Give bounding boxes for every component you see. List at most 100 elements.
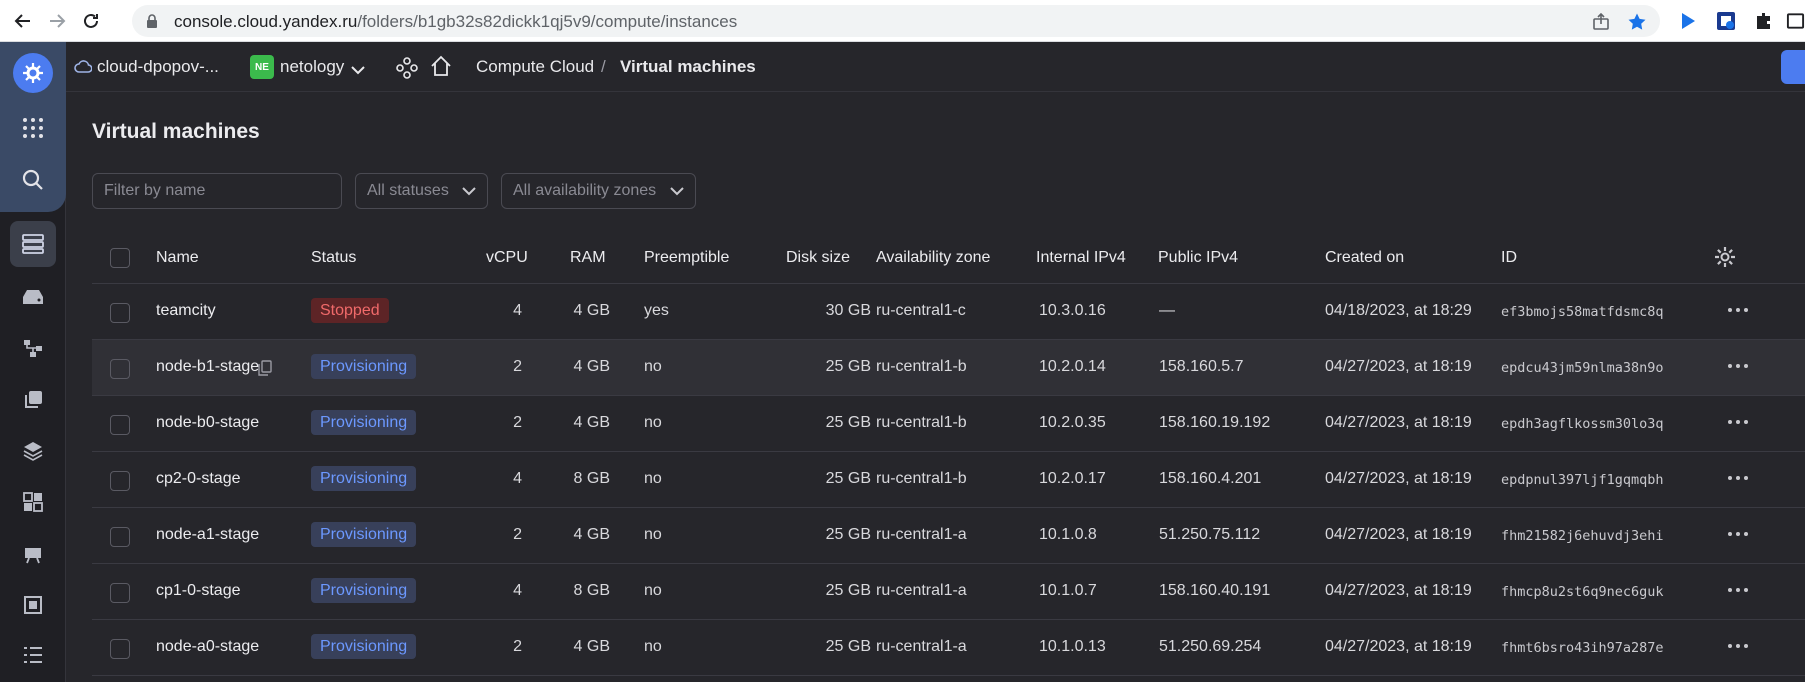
vm-id[interactable]: epdcu43jm59nlma38n9o (1501, 360, 1664, 376)
vm-name[interactable]: cp2-0-stage (156, 470, 241, 488)
col-ram[interactable]: RAM (570, 249, 606, 267)
vm-preemptible: no (644, 470, 662, 487)
row-actions-menu-icon[interactable] (1728, 588, 1748, 592)
reload-icon[interactable] (78, 8, 104, 34)
share-icon[interactable] (1590, 11, 1612, 33)
row-checkbox[interactable] (110, 583, 130, 603)
col-created-on[interactable]: Created on (1325, 249, 1404, 267)
vm-id[interactable]: epdh3agflkossm30lo3q (1501, 416, 1664, 432)
page-title: Virtual machines (92, 120, 260, 143)
vm-id[interactable]: fhmt6bsro43ih97a287e (1501, 640, 1664, 656)
vm-internal-ip: 10.3.0.16 (1039, 302, 1106, 319)
status-filter-select[interactable]: All statuses (355, 173, 488, 209)
select-all-checkbox[interactable] (110, 248, 130, 268)
operations-nav-icon[interactable] (10, 632, 56, 678)
address-bar[interactable]: console.cloud.yandex.ru/folders/b1gb32s8… (132, 5, 1660, 37)
vm-disk-size: 25 GB (825, 358, 871, 375)
col-id[interactable]: ID (1501, 249, 1517, 267)
gpu-clusters-nav-icon[interactable] (10, 531, 56, 577)
dedicated-hosts-nav-icon[interactable] (10, 582, 56, 628)
col-vcpu[interactable]: vCPU (486, 249, 528, 267)
table-row[interactable]: node-b0-stage Provisioning 2 4 GB no 25 … (92, 396, 1805, 452)
vm-id[interactable]: epdpnul397ljf1gqmqbh (1501, 472, 1664, 488)
vm-id[interactable]: fhmcp8u2st6q9nec6guk (1501, 584, 1664, 600)
table-row[interactable]: node-a0-stage Provisioning 2 4 GB no 25 … (92, 620, 1805, 676)
vm-created-on: 04/27/2023, at 18:19 (1325, 582, 1472, 599)
vm-name[interactable]: teamcity (156, 302, 216, 320)
bookmark-star-icon[interactable] (1626, 11, 1648, 33)
col-internal-ipv4[interactable]: Internal IPv4 (1036, 249, 1126, 267)
create-vm-button[interactable] (1781, 50, 1805, 84)
col-name[interactable]: Name (156, 249, 199, 267)
row-actions-menu-icon[interactable] (1728, 308, 1748, 312)
breadcrumb-current-page: Virtual machines (620, 57, 756, 76)
yandex-cloud-logo-button[interactable] (10, 50, 56, 96)
table-row[interactable]: node-a1-stage Provisioning 2 4 GB no 25 … (92, 508, 1805, 564)
vm-disk-size: 25 GB (825, 526, 871, 543)
vm-preemptible: no (644, 358, 662, 375)
vm-name[interactable]: node-b0-stage (156, 414, 259, 432)
vm-public-ip: 158.160.4.201 (1159, 470, 1262, 487)
vm-ram: 4 GB (573, 638, 610, 655)
vm-zone: ru-central1-a (876, 582, 967, 599)
table-settings-gear-icon[interactable] (1714, 246, 1736, 273)
vm-vcpu: 2 (513, 526, 522, 543)
col-public-ipv4[interactable]: Public IPv4 (1158, 249, 1238, 267)
snapshots-nav-icon[interactable] (10, 377, 56, 423)
sidepanel-icon[interactable] (1786, 9, 1805, 33)
row-checkbox[interactable] (110, 639, 130, 659)
vm-name[interactable]: node-a0-stage (156, 638, 259, 656)
vm-name[interactable]: node-a1-stage (156, 526, 259, 544)
col-availability-zone[interactable]: Availability zone (876, 249, 990, 267)
row-actions-menu-icon[interactable] (1728, 532, 1748, 536)
vm-public-ip: 51.250.69.254 (1159, 638, 1262, 655)
vm-preemptible: yes (644, 302, 669, 319)
vm-disk-size: 25 GB (825, 638, 871, 655)
vm-id[interactable]: fhm21582j6ehuvdj3ehi (1501, 528, 1664, 544)
search-icon[interactable] (10, 157, 56, 203)
breadcrumb-compute-cloud[interactable]: Compute Cloud (476, 57, 594, 77)
home-icon[interactable] (430, 55, 452, 82)
row-actions-menu-icon[interactable] (1728, 476, 1748, 480)
disks-nav-icon[interactable] (10, 274, 56, 320)
col-status[interactable]: Status (311, 249, 356, 267)
cloud-name[interactable]: cloud-dpopov-... (97, 57, 219, 77)
row-checkbox[interactable] (110, 415, 130, 435)
all-services-icon[interactable] (10, 105, 56, 151)
table-row[interactable]: cp2-0-stage Provisioning 4 8 GB no 25 GB… (92, 452, 1805, 508)
row-checkbox[interactable] (110, 471, 130, 491)
images-nav-icon[interactable] (10, 428, 56, 474)
row-checkbox[interactable] (110, 303, 130, 323)
service-map-icon[interactable] (396, 57, 418, 84)
extension-play-icon[interactable] (1676, 9, 1700, 33)
back-icon[interactable] (10, 8, 36, 34)
extension-shield-icon[interactable] (1714, 9, 1738, 33)
row-checkbox[interactable] (110, 527, 130, 547)
instance-groups-nav-icon[interactable] (10, 325, 56, 371)
vm-name[interactable]: node-b1-stage (156, 358, 259, 376)
vm-public-ip: — (1159, 302, 1175, 319)
virtual-machines-nav-icon[interactable] (10, 221, 56, 267)
row-actions-menu-icon[interactable] (1728, 644, 1748, 648)
row-checkbox[interactable] (110, 359, 130, 379)
folder-chevron-down-icon[interactable] (351, 62, 365, 80)
zone-filter-select[interactable]: All availability zones (501, 173, 696, 209)
vm-id[interactable]: ef3bmojs58matfdsmc8q (1501, 304, 1664, 320)
forward-icon[interactable] (44, 8, 70, 34)
vm-preemptible: no (644, 638, 662, 655)
table-row[interactable]: teamcity Stopped 4 4 GB yes 30 GB ru-cen… (92, 284, 1805, 340)
row-actions-menu-icon[interactable] (1728, 364, 1748, 368)
main-content: Virtual machines All statuses All availa… (66, 92, 1805, 682)
filter-by-name-input[interactable] (92, 173, 342, 209)
table-row[interactable]: cp1-0-stage Provisioning 4 8 GB no 25 GB… (92, 564, 1805, 620)
copy-icon[interactable] (258, 360, 272, 381)
vm-preemptible: no (644, 414, 662, 431)
col-preemptible[interactable]: Preemptible (644, 249, 729, 267)
vm-name[interactable]: cp1-0-stage (156, 582, 241, 600)
extensions-puzzle-icon[interactable] (1752, 9, 1776, 33)
row-actions-menu-icon[interactable] (1728, 420, 1748, 424)
folder-name[interactable]: netology (280, 57, 344, 77)
placement-groups-nav-icon[interactable] (10, 479, 56, 525)
col-disk-size[interactable]: Disk size (786, 249, 850, 267)
table-row[interactable]: node-b1-stage Provisioning 2 4 GB no 25 … (92, 340, 1805, 396)
